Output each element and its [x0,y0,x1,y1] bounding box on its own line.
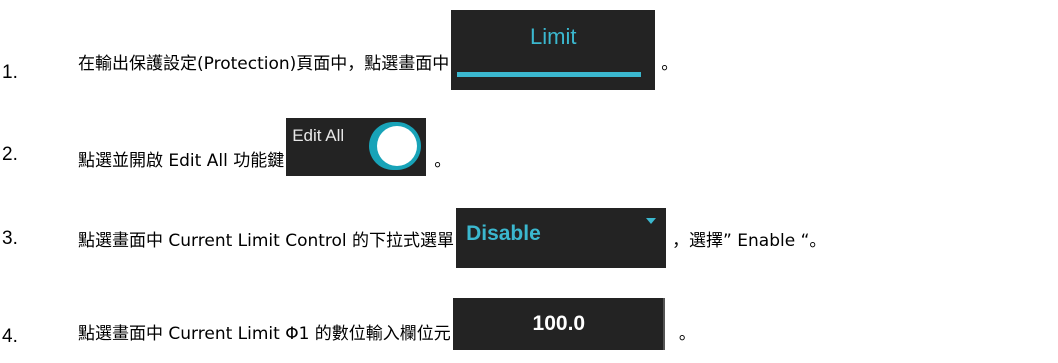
step-text-after: 。 [678,323,696,344]
step-text-before: 點選並開啟 Edit All 功能鍵 [78,150,285,171]
current-limit-phi1-field[interactable]: 100.0 [452,298,665,350]
dropdown-caret-icon [646,218,657,224]
step-number: 1. [2,62,18,83]
step-number: 3. [2,228,18,249]
numeric-field-value: 100.0 [532,312,586,335]
step-text-after: ，選擇” Enable “。 [672,230,827,251]
tab-active-indicator [457,72,642,77]
step-text-before: 在輸出保護設定(Protection)頁面中，點選畫面中 [78,53,450,74]
step-text-before: 點選畫面中 Current Limit Φ1 的數位輸入欄位元 [78,323,451,344]
edit-all-label: Edit All [292,126,345,145]
step-text: 點選畫面中 Current Limit Φ1 的數位輸入欄位元 100.0 。 [78,298,696,350]
limit-tab[interactable]: Limit [451,10,656,90]
step-text: 點選畫面中 Current Limit Control 的下拉式選單 Disab… [78,208,826,268]
edit-all-control: Edit All [286,118,427,176]
field-edge [662,298,665,350]
toggle-knob-icon [377,126,418,166]
step-number: 2. [2,144,18,165]
edit-all-toggle[interactable] [369,122,422,170]
step-3: 3. 點選畫面中 Current Limit Control 的下拉式選單 Di… [0,208,1058,268]
step-text: 在輸出保護設定(Protection)頁面中，點選畫面中 Limit 。 [78,10,678,90]
step-2: 2. 點選並開啟 Edit All 功能鍵 Edit All 。 [0,118,1058,176]
step-number: 4. [2,326,18,347]
step-text-after: 。 [661,53,679,74]
step-text: 點選並開啟 Edit All 功能鍵 Edit All 。 [78,118,451,176]
current-limit-control-dropdown[interactable]: Disable [456,208,667,268]
dropdown-selected-value: Disable [466,222,541,245]
step-1: 1. 在輸出保護設定(Protection)頁面中，點選畫面中 Limit 。 [0,10,1058,90]
step-4: 4. 點選畫面中 Current Limit Φ1 的數位輸入欄位元 100.0… [0,298,1058,350]
step-text-after: 。 [434,150,452,171]
step-text-before: 點選畫面中 Current Limit Control 的下拉式選單 [78,230,455,251]
limit-tab-label: Limit [530,24,577,49]
